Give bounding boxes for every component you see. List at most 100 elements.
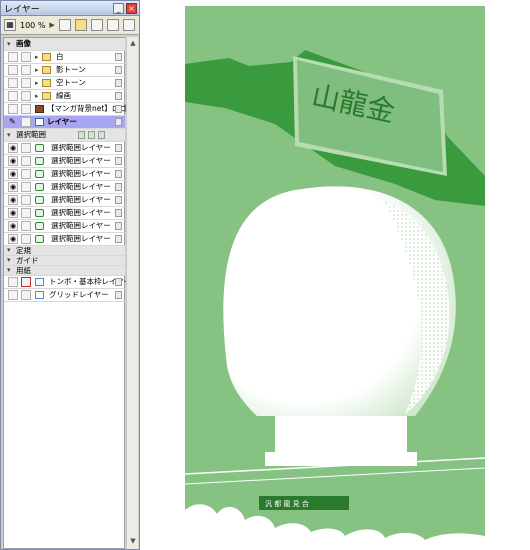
expand-icon[interactable]: ▸ — [35, 51, 39, 63]
visibility-toggle[interactable] — [8, 290, 18, 300]
layer-group-guide[interactable]: ▾ ガイド — [4, 256, 125, 266]
layer-row-sen-ga[interactable]: ▸ 線画 — [4, 90, 125, 103]
scroll-down-icon[interactable]: ▼ — [128, 537, 138, 547]
layer-grid-icon[interactable]: ▦ — [4, 19, 16, 31]
layer-property-icon[interactable] — [115, 79, 122, 87]
collapse-icon[interactable]: ▾ — [7, 256, 11, 265]
collapse-icon[interactable]: ▾ — [7, 266, 11, 275]
layer-property-icon[interactable] — [115, 105, 122, 113]
collapse-icon[interactable]: ▾ — [7, 129, 11, 141]
lock-toggle[interactable] — [21, 234, 31, 244]
layer-group-sentaku[interactable]: ▾ 選択範囲 — [4, 129, 125, 142]
lock-icon[interactable] — [106, 19, 119, 31]
layer-row-tonbo[interactable]: トンボ・基本枠レイヤー — [4, 276, 131, 289]
layer-property-icon[interactable] — [115, 66, 122, 74]
layer-property-icon[interactable] — [115, 278, 122, 286]
selection-delete-icon[interactable] — [98, 131, 105, 139]
expand-icon[interactable]: ▸ — [35, 64, 39, 76]
layer-group-gazo[interactable]: ▾ 画像 — [4, 38, 125, 51]
layer-group-yoshi[interactable]: ▾ 用紙 — [4, 266, 125, 276]
lock-toggle[interactable] — [21, 117, 31, 127]
collapse-icon[interactable]: ▾ — [7, 38, 11, 50]
layer-row-manga-logo[interactable]: 【マンガ背景net】ロゴ — [4, 103, 127, 116]
selection-layer-icon — [35, 157, 44, 165]
visibility-toggle[interactable] — [8, 52, 18, 62]
selection-layer-row[interactable]: ◉ 選択範囲レイヤー — [4, 233, 125, 246]
selection-layer-row[interactable]: ◉ 選択範囲レイヤー — [4, 220, 125, 233]
visibility-toggle[interactable] — [8, 91, 18, 101]
expand-icon[interactable]: ▸ — [35, 90, 39, 102]
layer-label: グリッドレイヤー — [49, 290, 109, 299]
lock-toggle[interactable] — [21, 208, 31, 218]
layer-property-icon[interactable] — [115, 144, 122, 152]
expand-icon[interactable]: ▸ — [35, 77, 39, 89]
lock-toggle[interactable] — [21, 78, 31, 88]
layer-group-jogi[interactable]: ▾ 定規 — [4, 246, 125, 256]
layer-property-icon[interactable] — [115, 170, 122, 178]
selection-layer-row[interactable]: ◉ 選択範囲レイヤー — [4, 155, 125, 168]
selection-layer-row[interactable]: ◉ 選択範囲レイヤー — [4, 168, 125, 181]
close-button[interactable]: × — [126, 2, 137, 14]
dome-base — [275, 416, 407, 456]
visibility-toggle[interactable] — [8, 104, 18, 114]
eye-icon[interactable]: ◉ — [8, 143, 18, 153]
canvas-artwork[interactable]: 山龍金 汎 都 龍 見 合 — [185, 6, 485, 542]
grid-layer-icon — [35, 291, 44, 299]
lock-toggle[interactable] — [21, 221, 31, 231]
eye-icon[interactable]: ◉ — [8, 221, 18, 231]
canvas-area[interactable]: 山龍金 汎 都 龍 見 合 — [143, 0, 530, 550]
new-layer-icon[interactable] — [58, 19, 71, 31]
visibility-toggle[interactable] — [8, 78, 18, 88]
eye-icon[interactable]: ◉ — [8, 182, 18, 192]
minimize-button[interactable]: _ — [113, 2, 124, 14]
scroll-up-icon[interactable]: ▲ — [128, 39, 138, 49]
lock-toggle[interactable] — [21, 91, 31, 101]
lock-toggle[interactable] — [21, 169, 31, 179]
visibility-toggle[interactable] — [8, 65, 18, 75]
selection-layer-row[interactable]: ◉ 選択範囲レイヤー — [4, 194, 125, 207]
lock-toggle[interactable] — [21, 65, 31, 75]
layer-row-shiro[interactable]: ▸ 白 — [4, 51, 125, 64]
layer-property-icon[interactable] — [115, 235, 122, 243]
eye-icon[interactable]: ◉ — [8, 234, 18, 244]
layer-row-layer[interactable]: ✎ レイヤー — [4, 116, 125, 129]
selection-layer-row[interactable]: ◉ 選択範囲レイヤー — [4, 142, 125, 155]
eye-icon[interactable]: ◉ — [8, 208, 18, 218]
layer-property-icon[interactable] — [115, 209, 122, 217]
layer-property-icon[interactable] — [115, 92, 122, 100]
layer-property-icon[interactable] — [115, 53, 122, 61]
lock-toggle[interactable] — [21, 195, 31, 205]
layer-property-icon[interactable] — [115, 183, 122, 191]
lock-toggle[interactable] — [21, 104, 31, 114]
layer-property-icon[interactable] — [115, 118, 122, 126]
eye-icon[interactable]: ◉ — [8, 195, 18, 205]
selection-layer-row[interactable]: ◉ 選択範囲レイヤー — [4, 207, 125, 220]
zoom-arrow-icon[interactable]: ▶ — [49, 21, 54, 29]
visibility-toggle[interactable] — [8, 277, 18, 287]
eye-icon[interactable]: ◉ — [8, 169, 18, 179]
lock-toggle[interactable] — [21, 143, 31, 153]
layer-property-icon[interactable] — [115, 196, 122, 204]
selection-convert-icon[interactable] — [88, 131, 95, 139]
zoom-level[interactable]: 100 % — [20, 21, 45, 30]
lock-toggle[interactable] — [21, 156, 31, 166]
panel-titlebar[interactable]: レイヤー _ × — [1, 1, 139, 16]
lock-toggle[interactable] — [21, 52, 31, 62]
layer-row-sora-tone[interactable]: ▸ 空トーン — [4, 77, 125, 90]
layer-row-grid[interactable]: グリッドレイヤー — [4, 289, 125, 302]
eye-icon[interactable]: ◉ — [8, 156, 18, 166]
layer-settings-icon[interactable] — [122, 19, 135, 31]
no-print-icon[interactable] — [21, 277, 31, 287]
collapse-icon[interactable]: ▾ — [7, 246, 11, 255]
layer-property-icon[interactable] — [115, 291, 122, 299]
lock-toggle[interactable] — [21, 182, 31, 192]
layer-list-scrollbar[interactable]: ▲ ▼ — [126, 37, 138, 549]
layer-property-icon[interactable] — [115, 222, 122, 230]
selection-layer-row[interactable]: ◉ 選択範囲レイヤー — [4, 181, 125, 194]
new-folder-icon[interactable] — [74, 19, 87, 31]
lock-toggle[interactable] — [21, 290, 31, 300]
selection-add-icon[interactable] — [78, 131, 85, 139]
layer-property-icon[interactable] — [115, 157, 122, 165]
delete-layer-icon[interactable] — [90, 19, 103, 31]
layer-row-kage-tone[interactable]: ▸ 影トーン — [4, 64, 125, 77]
